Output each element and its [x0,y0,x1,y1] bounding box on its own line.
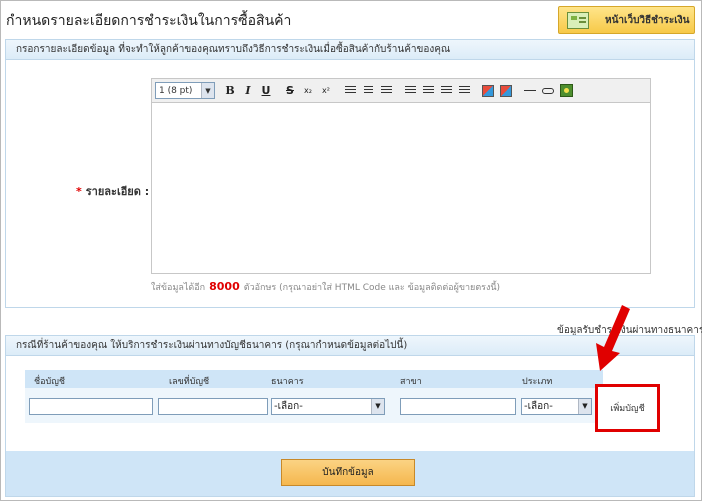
account-type-select[interactable]: -เลือก- ▼ [521,398,592,415]
bank-select-value: -เลือก- [274,401,303,412]
chevron-down-icon: ▼ [371,399,384,414]
details-panel: กรอกรายละเอียดข้อมูล ที่จะทำให้ลูกค้าของ… [5,39,695,308]
align-left-icon [344,86,356,95]
bank-select[interactable]: -เลือก- ▼ [271,398,385,415]
strikethrough-button[interactable]: S [281,82,299,100]
chevron-down-icon: ▼ [201,83,214,98]
payment-page-button[interactable]: หน้าเว็บวิธีชำระเงิน [558,6,695,34]
account-name-input[interactable] [29,398,153,415]
horizontal-rule-button[interactable] [521,82,539,100]
font-size-select[interactable]: 1 (8 pt) ▼ [155,82,215,99]
insert-link-button[interactable] [539,82,557,100]
align-center-button[interactable] [359,82,377,100]
subscript-button[interactable]: x₂ [299,82,317,100]
account-number-input[interactable] [158,398,268,415]
paint-bucket-icon [500,84,512,97]
hint-before: ใส่ข้อมูลได้อีก [151,283,206,293]
save-button[interactable]: บันทึกข้อมูล [281,459,415,486]
add-account-button[interactable]: เพิ่มบัญชี [595,384,660,432]
page-title: กำหนดรายละเอียดการชำระเงินในการซื้อสินค้… [6,13,292,29]
details-textarea[interactable] [152,103,650,273]
image-icon [559,84,573,97]
branch-input[interactable] [400,398,516,415]
insert-image-button[interactable] [557,82,575,100]
indent-icon [458,86,470,95]
column-bank: ธนาคาร [271,377,304,387]
background-color-button[interactable] [497,82,515,100]
bank-table-header: ชื่อบัญชี เลขที่บัญชี ธนาคาร สาขา ประเภท [25,370,603,388]
chevron-down-icon: ▼ [578,399,591,414]
align-center-icon [363,86,373,95]
hint-after: ตัวอักษร (กรุณาอย่าใส่ HTML Code และ ข้อ… [243,283,501,293]
column-account-number: เลขที่บัญชี [169,377,210,387]
remaining-characters: 8000 [209,280,240,293]
superscript-button[interactable]: x² [317,82,335,100]
details-label-text: รายละเอียด : [85,185,150,198]
indent-button[interactable] [455,82,473,100]
required-mark: * [76,185,82,198]
account-type-value: -เลือก- [524,401,553,412]
font-size-value: 1 (8 pt) [159,85,193,96]
editor-toolbar: 1 (8 pt) ▼ B I U S x₂ x² [152,79,650,103]
details-panel-heading: กรอกรายละเอียดข้อมูล ที่จะทำให้ลูกค้าของ… [6,40,694,60]
bank-panel-footer: บันทึกข้อมูล [6,451,694,496]
add-account-label: เพิ่มบัญชี [610,404,645,414]
text-color-button[interactable] [479,82,497,100]
red-arrow-icon [596,305,630,371]
align-right-button[interactable] [377,82,395,100]
align-right-icon [380,86,392,95]
payment-page-button-label: หน้าเว็บวิธีชำระเงิน [605,14,690,26]
link-icon [542,87,554,94]
text-color-icon [482,84,494,97]
rich-text-editor: 1 (8 pt) ▼ B I U S x₂ x² [151,78,651,274]
unordered-list-icon [422,86,434,95]
underline-button[interactable]: U [257,82,275,100]
italic-button[interactable]: I [239,82,257,100]
column-account-name: ชื่อบัญชี [34,377,66,387]
outdent-button[interactable] [437,82,455,100]
ordered-list-button[interactable] [401,82,419,100]
align-left-button[interactable] [341,82,359,100]
column-type: ประเภท [522,377,553,387]
ordered-list-icon [404,86,416,95]
unordered-list-button[interactable] [419,82,437,100]
horizontal-rule-icon [524,90,536,91]
outdent-icon [440,86,452,95]
bank-account-table: ชื่อบัญชี เลขที่บัญชี ธนาคาร สาขา ประเภท… [25,370,603,423]
character-limit-hint: ใส่ข้อมูลได้อีก 8000 ตัวอักษร (กรุณาอย่าใส… [151,280,500,294]
save-button-label: บันทึกข้อมูล [322,467,374,478]
column-branch: สาขา [400,377,422,387]
payment-page-icon [567,11,589,29]
details-label: * รายละเอียด : [76,182,149,200]
bold-button[interactable]: B [221,82,239,100]
